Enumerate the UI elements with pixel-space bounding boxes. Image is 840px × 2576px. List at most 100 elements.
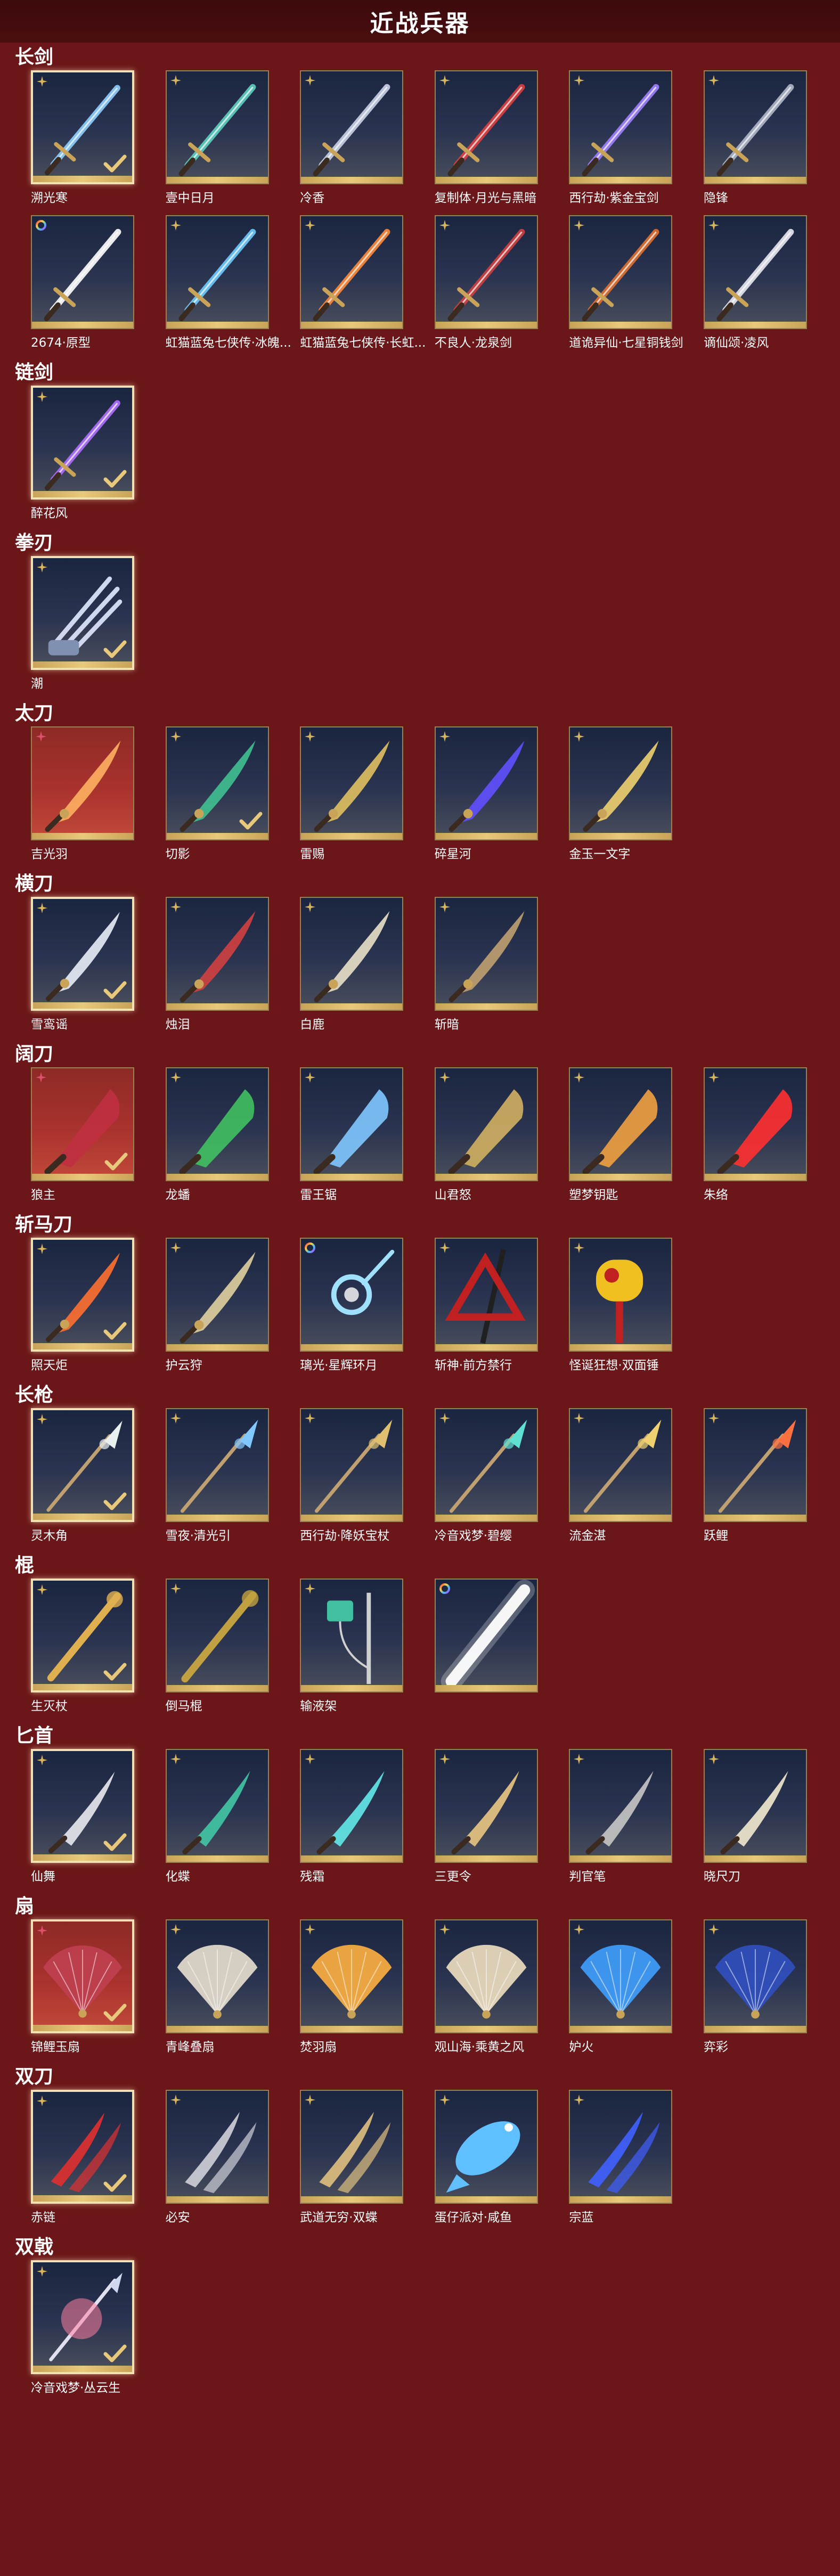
weapon-tile[interactable] xyxy=(165,1919,269,2033)
weapon-card[interactable]: 雪夜·清光引 xyxy=(165,1408,300,1553)
weapon-card[interactable]: 晓尺刀 xyxy=(703,1749,838,1894)
weapon-tile[interactable] xyxy=(31,897,134,1011)
weapon-tile[interactable] xyxy=(300,1749,404,1863)
weapon-card[interactable]: 龙蟠 xyxy=(165,1067,300,1212)
weapon-card[interactable]: 妒火 xyxy=(569,1919,704,2064)
weapon-tile[interactable] xyxy=(300,726,404,840)
weapon-tile[interactable] xyxy=(569,726,673,840)
weapon-card[interactable]: 复制体·月光与黑暗 xyxy=(434,70,569,215)
weapon-tile[interactable] xyxy=(569,1749,673,1863)
weapon-tile[interactable] xyxy=(703,1919,807,2033)
weapon-card[interactable]: 碎星河 xyxy=(434,726,569,871)
weapon-tile[interactable] xyxy=(569,215,673,329)
weapon-card[interactable]: 生灭杖 xyxy=(31,1579,166,1723)
weapon-tile[interactable] xyxy=(31,556,134,670)
weapon-card[interactable]: 雷赐 xyxy=(300,726,435,871)
weapon-tile[interactable] xyxy=(703,1408,807,1522)
weapon-card[interactable]: 狼主 xyxy=(31,1067,166,1212)
weapon-tile[interactable] xyxy=(434,1579,538,1692)
weapon-card[interactable]: 不良人·龙泉剑 xyxy=(434,215,569,360)
weapon-tile[interactable] xyxy=(31,1579,134,1692)
weapon-card[interactable]: 潮 xyxy=(31,556,166,701)
weapon-tile[interactable] xyxy=(703,1749,807,1863)
weapon-card[interactable]: 蛋仔派对·咸鱼 xyxy=(434,2090,569,2235)
weapon-card[interactable]: 冷音戏梦·碧缨 xyxy=(434,1408,569,1553)
weapon-tile[interactable] xyxy=(165,1067,269,1181)
weapon-tile[interactable] xyxy=(703,215,807,329)
weapon-card[interactable]: 仙舞 xyxy=(31,1749,166,1894)
weapon-card[interactable]: 残霜 xyxy=(300,1749,435,1894)
weapon-tile[interactable] xyxy=(165,1238,269,1352)
weapon-tile[interactable] xyxy=(569,1067,673,1181)
weapon-card[interactable]: 灵木角 xyxy=(31,1408,166,1553)
weapon-tile[interactable] xyxy=(165,1408,269,1522)
weapon-tile[interactable] xyxy=(569,1408,673,1522)
weapon-tile[interactable] xyxy=(434,2090,538,2204)
weapon-card[interactable]: 化蝶 xyxy=(165,1749,300,1894)
weapon-card[interactable] xyxy=(434,1579,569,1723)
weapon-tile[interactable] xyxy=(434,1067,538,1181)
weapon-card[interactable]: 倒马棍 xyxy=(165,1579,300,1723)
weapon-card[interactable]: 虹猫蓝兔七侠传·冰魄... xyxy=(165,215,300,360)
weapon-tile[interactable] xyxy=(31,726,134,840)
weapon-tile[interactable] xyxy=(569,2090,673,2204)
weapon-tile[interactable] xyxy=(31,1749,134,1863)
weapon-card[interactable]: 西行劫·紫金宝剑 xyxy=(569,70,704,215)
weapon-tile[interactable] xyxy=(434,215,538,329)
weapon-tile[interactable] xyxy=(300,1238,404,1352)
weapon-tile[interactable] xyxy=(300,2090,404,2204)
weapon-card[interactable]: 冷音戏梦·丛云生 xyxy=(31,2260,166,2405)
weapon-card[interactable]: 赤链 xyxy=(31,2090,166,2235)
weapon-tile[interactable] xyxy=(300,215,404,329)
weapon-card[interactable]: 山君怒 xyxy=(434,1067,569,1212)
weapon-card[interactable]: 输液架 xyxy=(300,1579,435,1723)
weapon-tile[interactable] xyxy=(31,1919,134,2033)
weapon-card[interactable]: 切影 xyxy=(165,726,300,871)
weapon-card[interactable]: 朱络 xyxy=(703,1067,838,1212)
weapon-card[interactable]: 斩神·前方禁行 xyxy=(434,1238,569,1383)
weapon-tile[interactable] xyxy=(31,215,134,329)
weapon-card[interactable]: 判官笔 xyxy=(569,1749,704,1894)
weapon-card[interactable]: 烛泪 xyxy=(165,897,300,1042)
weapon-card[interactable]: 壹中日月 xyxy=(165,70,300,215)
weapon-tile[interactable] xyxy=(165,1749,269,1863)
weapon-card[interactable]: 武道无穷·双蝶 xyxy=(300,2090,435,2235)
weapon-tile[interactable] xyxy=(300,897,404,1011)
weapon-card[interactable]: 青峰叠扇 xyxy=(165,1919,300,2064)
weapon-card[interactable]: 溯光寒 xyxy=(31,70,166,215)
weapon-tile[interactable] xyxy=(165,215,269,329)
weapon-card[interactable]: 弈彩 xyxy=(703,1919,838,2064)
weapon-card[interactable]: 三更令 xyxy=(434,1749,569,1894)
weapon-card[interactable]: 宗蓝 xyxy=(569,2090,704,2235)
weapon-tile[interactable] xyxy=(165,2090,269,2204)
weapon-card[interactable]: 流金湛 xyxy=(569,1408,704,1553)
weapon-tile[interactable] xyxy=(300,1067,404,1181)
weapon-card[interactable]: 焚羽扇 xyxy=(300,1919,435,2064)
weapon-tile[interactable] xyxy=(31,1238,134,1352)
weapon-tile[interactable] xyxy=(31,1067,134,1181)
weapon-tile[interactable] xyxy=(31,1408,134,1522)
weapon-tile[interactable] xyxy=(165,1579,269,1692)
weapon-card[interactable]: 璃光·星辉环月 xyxy=(300,1238,435,1383)
weapon-card[interactable]: 观山海·乘黄之风 xyxy=(434,1919,569,2064)
weapon-card[interactable]: 西行劫·降妖宝杖 xyxy=(300,1408,435,1553)
weapon-tile[interactable] xyxy=(300,1579,404,1692)
weapon-card[interactable]: 冷香 xyxy=(300,70,435,215)
weapon-card[interactable]: 2674·原型 xyxy=(31,215,166,360)
weapon-tile[interactable] xyxy=(31,2260,134,2374)
weapon-tile[interactable] xyxy=(434,897,538,1011)
weapon-tile[interactable] xyxy=(434,1408,538,1522)
weapon-tile[interactable] xyxy=(31,386,134,500)
weapon-card[interactable]: 斩暗 xyxy=(434,897,569,1042)
weapon-card[interactable]: 必安 xyxy=(165,2090,300,2235)
weapon-card[interactable]: 跃鲤 xyxy=(703,1408,838,1553)
weapon-card[interactable]: 道诡异仙·七星铜钱剑 xyxy=(569,215,704,360)
weapon-tile[interactable] xyxy=(31,70,134,184)
weapon-tile[interactable] xyxy=(703,70,807,184)
weapon-card[interactable]: 塑梦钥匙 xyxy=(569,1067,704,1212)
weapon-tile[interactable] xyxy=(434,1749,538,1863)
weapon-card[interactable]: 怪诞狂想·双面锤 xyxy=(569,1238,704,1383)
weapon-card[interactable]: 雷王锯 xyxy=(300,1067,435,1212)
weapon-tile[interactable] xyxy=(165,70,269,184)
weapon-card[interactable]: 金玉一文字 xyxy=(569,726,704,871)
